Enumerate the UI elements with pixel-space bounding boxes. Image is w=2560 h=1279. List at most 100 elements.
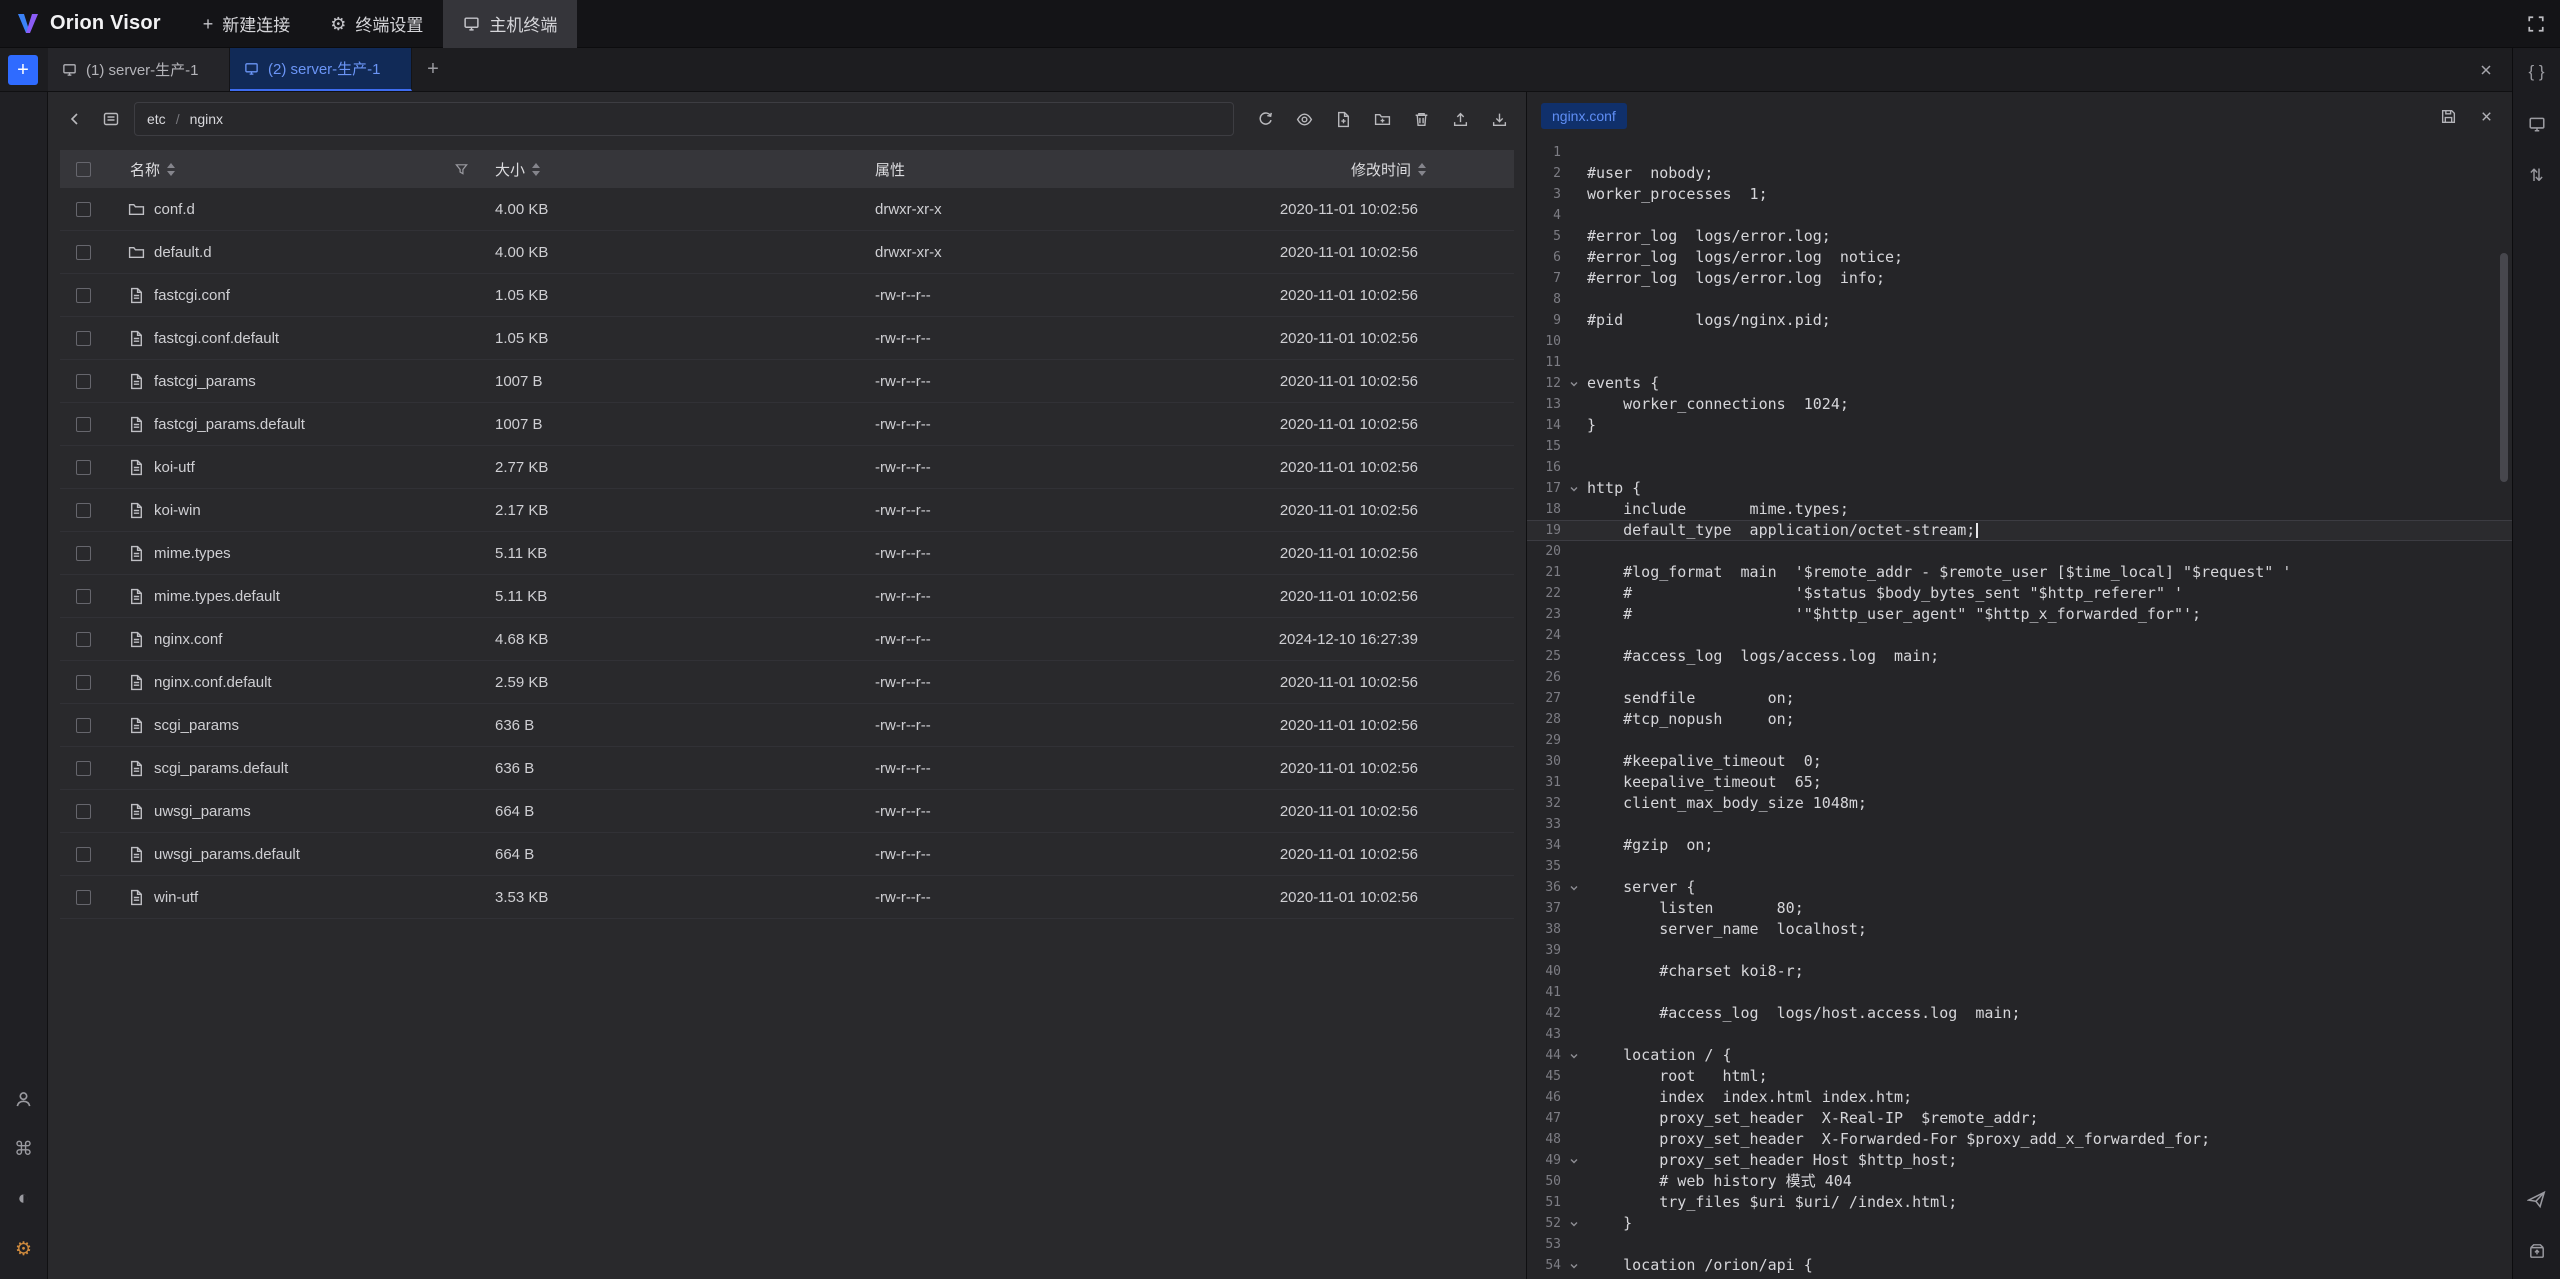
select-all-checkbox[interactable]	[60, 162, 106, 177]
row-checkbox[interactable]	[60, 374, 106, 389]
code-line[interactable]: 35	[1527, 856, 2512, 877]
code-line[interactable]: 45 root html;	[1527, 1066, 2512, 1087]
code-line[interactable]: 29	[1527, 730, 2512, 751]
code-line[interactable]: 40 #charset koi8-r;	[1527, 961, 2512, 982]
code-line[interactable]: 4	[1527, 205, 2512, 226]
row-checkbox[interactable]	[60, 632, 106, 647]
code-line[interactable]: 21 #log_format main '$remote_addr - $rem…	[1527, 562, 2512, 583]
back-button[interactable]	[60, 104, 90, 134]
sort-icon[interactable]	[167, 163, 175, 176]
code-line[interactable]: 36 server {	[1527, 877, 2512, 898]
terminal-tab-1[interactable]: (1) server-生产-1	[48, 48, 230, 91]
table-row[interactable]: koi-win 2.17 KB -rw-r--r-- 2020-11-01 10…	[60, 489, 1514, 532]
code-line[interactable]: 1	[1527, 142, 2512, 163]
sort-icon[interactable]	[532, 163, 540, 176]
code-line[interactable]: 47 proxy_set_header X-Real-IP $remote_ad…	[1527, 1108, 2512, 1129]
editor-scrollbar[interactable]	[2500, 253, 2508, 482]
code-line[interactable]: 27 sendfile on;	[1527, 688, 2512, 709]
row-checkbox[interactable]	[60, 718, 106, 733]
transfer-box-icon[interactable]	[2523, 1239, 2551, 1263]
code-line[interactable]: 25 #access_log logs/access.log main;	[1527, 646, 2512, 667]
code-line[interactable]: 53	[1527, 1234, 2512, 1255]
code-line[interactable]: 26	[1527, 667, 2512, 688]
close-editor-icon[interactable]	[2474, 104, 2498, 128]
code-line[interactable]: 17 http {	[1527, 478, 2512, 499]
settings-gear-icon[interactable]: ⚙	[10, 1237, 38, 1261]
row-checkbox[interactable]	[60, 847, 106, 862]
code-line[interactable]: 5 #error_log logs/error.log;	[1527, 226, 2512, 247]
table-row[interactable]: nginx.conf.default 2.59 KB -rw-r--r-- 20…	[60, 661, 1514, 704]
code-line[interactable]: 39	[1527, 940, 2512, 961]
code-line[interactable]: 9 #pid logs/nginx.pid;	[1527, 310, 2512, 331]
row-checkbox[interactable]	[60, 245, 106, 260]
sort-icon[interactable]	[1418, 163, 1426, 176]
code-line[interactable]: 46 index index.html index.htm;	[1527, 1087, 2512, 1108]
row-checkbox[interactable]	[60, 417, 106, 432]
new-file-icon[interactable]	[1328, 104, 1358, 134]
fold-chevron-icon[interactable]	[1561, 1155, 1587, 1167]
new-folder-icon[interactable]	[1367, 104, 1397, 134]
menu-new-connection[interactable]: + 新建连接	[183, 0, 311, 48]
table-row[interactable]: nginx.conf 4.68 KB -rw-r--r-- 2024-12-10…	[60, 618, 1514, 661]
editor-code[interactable]: 1 2 #user nobody; 3 worker_processes 1;	[1527, 140, 2512, 1279]
table-row[interactable]: scgi_params.default 636 B -rw-r--r-- 202…	[60, 747, 1514, 790]
table-row[interactable]: scgi_params 636 B -rw-r--r-- 2020-11-01 …	[60, 704, 1514, 747]
fold-chevron-icon[interactable]	[1561, 378, 1587, 390]
command-shortcuts-icon[interactable]: ⌘	[10, 1137, 38, 1161]
fullscreen-button[interactable]	[2512, 0, 2560, 48]
code-line[interactable]: 24	[1527, 625, 2512, 646]
row-checkbox[interactable]	[60, 503, 106, 518]
code-line[interactable]: 16	[1527, 457, 2512, 478]
code-line[interactable]: 33	[1527, 814, 2512, 835]
editor-file-tab[interactable]: nginx.conf	[1541, 103, 1627, 129]
code-line[interactable]: 38 server_name localhost;	[1527, 919, 2512, 940]
path-breadcrumb[interactable]: etc/nginx	[134, 102, 1234, 136]
swap-vertical-icon[interactable]: ⇅	[2523, 164, 2551, 188]
row-checkbox[interactable]	[60, 288, 106, 303]
code-line[interactable]: 31 keepalive_timeout 65;	[1527, 772, 2512, 793]
row-checkbox[interactable]	[60, 546, 106, 561]
code-line[interactable]: 50 # web history 模式 404	[1527, 1171, 2512, 1192]
code-line[interactable]: 32 client_max_body_size 1048m;	[1527, 793, 2512, 814]
theme-icon[interactable]: ◐	[10, 1187, 38, 1211]
fold-chevron-icon[interactable]	[1561, 1050, 1587, 1062]
filter-funnel-icon[interactable]	[454, 162, 469, 177]
code-line[interactable]: 48 proxy_set_header X-Forwarded-For $pro…	[1527, 1129, 2512, 1150]
save-file-icon[interactable]	[2436, 104, 2460, 128]
row-checkbox[interactable]	[60, 890, 106, 905]
table-row[interactable]: fastcgi_params 1007 B -rw-r--r-- 2020-11…	[60, 360, 1514, 403]
code-line[interactable]: 44 location / {	[1527, 1045, 2512, 1066]
code-line[interactable]: 51 try_files $uri $uri/ /index.html;	[1527, 1192, 2512, 1213]
menu-host-terminal[interactable]: 主机终端	[443, 0, 577, 48]
code-line[interactable]: 10	[1527, 331, 2512, 352]
table-row[interactable]: uwsgi_params 664 B -rw-r--r-- 2020-11-01…	[60, 790, 1514, 833]
code-line[interactable]: 41	[1527, 982, 2512, 1003]
table-row[interactable]: conf.d 4.00 KB drwxr-xr-x 2020-11-01 10:…	[60, 188, 1514, 231]
code-line[interactable]: 43	[1527, 1024, 2512, 1045]
download-icon[interactable]	[1484, 104, 1514, 134]
code-line[interactable]: 14 }	[1527, 415, 2512, 436]
table-row[interactable]: koi-utf 2.77 KB -rw-r--r-- 2020-11-01 10…	[60, 446, 1514, 489]
table-row[interactable]: fastcgi.conf 1.05 KB -rw-r--r-- 2020-11-…	[60, 274, 1514, 317]
menu-terminal-settings[interactable]: ⚙ 终端设置	[310, 0, 443, 48]
code-line[interactable]: 18 include mime.types;	[1527, 499, 2512, 520]
code-line[interactable]: 22 # '$status $body_bytes_sent "$http_re…	[1527, 583, 2512, 604]
code-line[interactable]: 2 #user nobody;	[1527, 163, 2512, 184]
code-line[interactable]: 54 location /orion/api {	[1527, 1255, 2512, 1276]
new-terminal-button[interactable]: +	[8, 55, 38, 85]
row-checkbox[interactable]	[60, 675, 106, 690]
table-row[interactable]: fastcgi.conf.default 1.05 KB -rw-r--r-- …	[60, 317, 1514, 360]
code-line[interactable]: 30 #keepalive_timeout 0;	[1527, 751, 2512, 772]
table-row[interactable]: win-utf 3.53 KB -rw-r--r-- 2020-11-01 10…	[60, 876, 1514, 919]
code-line[interactable]: 6 #error_log logs/error.log notice;	[1527, 247, 2512, 268]
column-name[interactable]: 名称	[106, 159, 487, 180]
code-line[interactable]: 23 # '"$http_user_agent" "$http_x_forwar…	[1527, 604, 2512, 625]
fold-chevron-icon[interactable]	[1561, 1218, 1587, 1230]
send-command-icon[interactable]	[2523, 1187, 2551, 1211]
code-line[interactable]: 11	[1527, 352, 2512, 373]
fold-chevron-icon[interactable]	[1561, 1260, 1587, 1272]
list-view-button[interactable]	[96, 104, 126, 134]
braces-json-icon[interactable]: { }	[2523, 60, 2551, 84]
close-panel-icon[interactable]	[2478, 62, 2494, 78]
breadcrumb-segment[interactable]: etc	[147, 111, 166, 127]
